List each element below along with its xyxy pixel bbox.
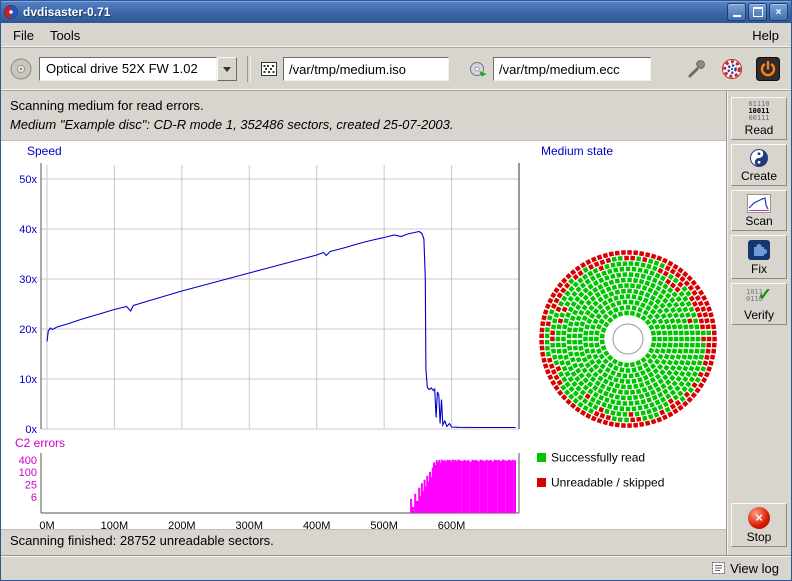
log-icon [712,562,725,574]
create-button[interactable]: Create [731,144,787,186]
scan-chart-icon [747,194,771,213]
svg-text:Speed: Speed [27,144,62,158]
toolbar-separator [247,56,251,82]
close-icon: × [776,7,782,18]
window-title: dvdisaster-0.71 [23,5,722,19]
read-label: Read [745,123,774,137]
fix-label: Fix [751,262,767,276]
view-log-label: View log [730,561,779,576]
ecc-file-icon [469,61,487,77]
status-line-1: Scanning medium for read errors. [10,96,717,115]
drive-select-value: Optical drive 52X FW 1.02 [39,57,217,81]
menu-file[interactable]: File [5,25,42,46]
svg-text:400: 400 [19,455,37,467]
svg-text:Successfully read: Successfully read [551,451,645,465]
verify-button[interactable]: 1011 0110 ✓ Verify [731,283,787,325]
speed-chart: Speed 0x 10x 20x 30x 40x 50x [19,144,519,436]
sidebar: 01110 10011 00111 Read Create [726,91,791,555]
wrench-icon [686,59,706,79]
status-area: Scanning medium for read errors. Medium … [1,91,726,140]
svg-text:20x: 20x [19,324,37,336]
svg-text:50x: 50x [19,174,37,186]
main-area: Scanning medium for read errors. Medium … [1,91,791,555]
scan-label: Scan [745,214,772,228]
scan-status: Scanning finished: 28752 unreadable sect… [1,529,726,555]
menubar: File Tools Help [1,23,791,48]
svg-text:Unreadable / skipped: Unreadable / skipped [551,476,664,490]
app-icon [4,5,18,19]
chart-canvas: Speed0x10x20x30x40x50xC2 errors625100400… [1,141,726,529]
svg-text:10x: 10x [19,374,37,386]
maximize-icon [753,7,763,17]
chevron-down-icon[interactable] [217,57,237,81]
preferences-button[interactable] [681,54,711,84]
svg-text:25: 25 [25,479,37,491]
svg-text:100: 100 [19,467,37,479]
svg-text:100M: 100M [101,520,129,529]
svg-text:0x: 0x [25,424,37,436]
status-line-2: Medium "Example disc": CD-R mode 1, 3524… [10,115,717,134]
svg-text:200M: 200M [168,520,196,529]
minimize-button[interactable] [727,3,746,21]
view-log-button[interactable]: View log [708,559,783,578]
svg-text:30x: 30x [19,274,37,286]
svg-text:C2 errors: C2 errors [15,436,65,450]
verify-check-icon: 1011 0110 ✓ [746,287,772,307]
c2-errors-chart: C2 errors 625100400 0M 100M 200M 300M 400M 500M… [15,436,519,529]
svg-text:500M: 500M [370,520,398,529]
stop-label: Stop [747,530,772,544]
app-window: dvdisaster-0.71 × File Tools Help Optica… [0,0,792,581]
puzzle-icon [747,239,771,261]
chart-area: Speed0x10x20x30x40x50xC2 errors625100400… [1,140,726,529]
verify-label: Verify [744,308,774,322]
svg-text:400M: 400M [303,520,331,529]
toolbar: Optical drive 52X FW 1.02 [1,48,791,91]
power-icon [756,57,780,81]
menu-tools[interactable]: Tools [42,25,88,46]
svg-text:300M: 300M [236,520,264,529]
medium-state-disc: Medium state Successfully read Unreadable … [537,144,717,490]
drive-icon [9,57,33,81]
ecc-path-input[interactable] [493,57,651,81]
menu-help[interactable]: Help [744,25,787,46]
minimize-icon [733,15,741,17]
yin-yang-icon [749,148,769,168]
maximize-button[interactable] [748,3,767,21]
create-label: Create [741,169,777,183]
read-icon: 01110 10011 00111 [748,101,769,122]
strategy-button[interactable] [717,54,747,84]
svg-text:0M: 0M [39,520,54,529]
iso-file-icon [261,62,277,76]
svg-text:40x: 40x [19,224,37,236]
drive-select[interactable]: Optical drive 52X FW 1.02 [39,57,237,81]
read-icon-line-3: 00111 [748,115,769,122]
svg-text:Medium state: Medium state [541,144,613,158]
footer: View log [1,555,791,580]
close-button[interactable]: × [769,3,788,21]
content-column: Scanning medium for read errors. Medium … [1,91,726,555]
stop-button[interactable]: × Stop [731,503,787,547]
svg-text:6: 6 [31,492,37,504]
read-button[interactable]: 01110 10011 00111 Read [731,97,787,140]
scan-button[interactable]: Scan [731,190,787,231]
fix-button[interactable]: Fix [731,235,787,279]
titlebar: dvdisaster-0.71 × [1,1,791,23]
iso-path-input[interactable] [283,57,449,81]
color-wheel-icon [721,58,743,80]
checkmark-icon: ✓ [758,285,772,305]
quit-button[interactable] [753,54,783,84]
stop-icon: × [748,507,770,529]
svg-text:600M: 600M [438,520,466,529]
